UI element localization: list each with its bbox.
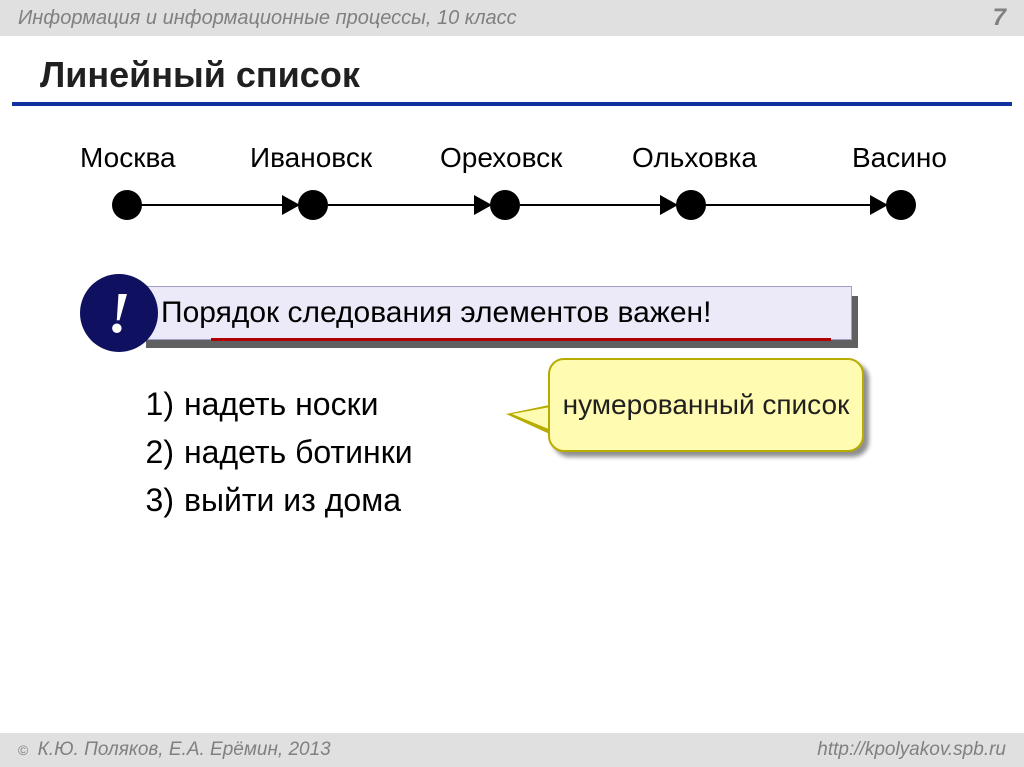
node-dot bbox=[298, 190, 328, 220]
important-callout: Порядок следования элементов важен! ! bbox=[80, 286, 860, 346]
callout-underline bbox=[211, 338, 831, 341]
footer-authors: © К.Ю. Поляков, Е.А. Ерёмин, 2013 bbox=[18, 739, 331, 761]
linear-list-diagram: Москва Ивановск Ореховск Ольховка Васино bbox=[40, 142, 984, 234]
footer-url: http://kpolyakov.spb.ru bbox=[817, 739, 1006, 761]
header-bar: Информация и информационные процессы, 10… bbox=[0, 0, 1024, 36]
callout-body: Порядок следования элементов важен! bbox=[140, 286, 852, 340]
node-dot bbox=[490, 190, 520, 220]
page-number: 7 bbox=[993, 4, 1006, 32]
list-item-text: выйти из дома bbox=[184, 476, 401, 524]
list-item-number: 1) bbox=[130, 380, 174, 428]
list-item-text: надеть носки bbox=[184, 380, 378, 428]
list-item-number: 2) bbox=[130, 428, 174, 476]
arrow-line bbox=[706, 204, 874, 206]
header-subject: Информация и информационные процессы, 10… bbox=[18, 7, 517, 30]
arrow-head-icon bbox=[282, 195, 300, 215]
list-item-number: 3) bbox=[130, 476, 174, 524]
footer-authors-text: К.Ю. Поляков, Е.А. Ерёмин, 2013 bbox=[32, 739, 330, 760]
arrow-head-icon bbox=[870, 195, 888, 215]
arrow-line bbox=[328, 204, 478, 206]
node-dot bbox=[886, 190, 916, 220]
node-label: Москва bbox=[80, 142, 176, 174]
note-text: нумерованный список bbox=[563, 387, 850, 423]
title-underline bbox=[12, 102, 1012, 106]
page-title: Линейный список bbox=[0, 36, 1024, 102]
note-callout: нумерованный список bbox=[548, 358, 864, 452]
footer-bar: © К.Ю. Поляков, Е.А. Ерёмин, 2013 http:/… bbox=[0, 733, 1024, 767]
callout-text: Порядок следования элементов важен! bbox=[161, 296, 711, 330]
list-item-text: надеть ботинки bbox=[184, 428, 413, 476]
node-label: Ивановск bbox=[250, 142, 372, 174]
node-dot bbox=[676, 190, 706, 220]
arrow-head-icon bbox=[660, 195, 678, 215]
arrow-line bbox=[140, 204, 286, 206]
exclamation-icon: ! bbox=[80, 274, 158, 352]
node-label: Ольховка bbox=[632, 142, 757, 174]
copyright-icon: © bbox=[18, 742, 28, 758]
arrow-line bbox=[520, 204, 664, 206]
arrow-head-icon bbox=[474, 195, 492, 215]
node-dot bbox=[112, 190, 142, 220]
node-label: Ореховск bbox=[440, 142, 562, 174]
list-item: 3) выйти из дома bbox=[130, 476, 1024, 524]
node-label: Васино bbox=[852, 142, 947, 174]
